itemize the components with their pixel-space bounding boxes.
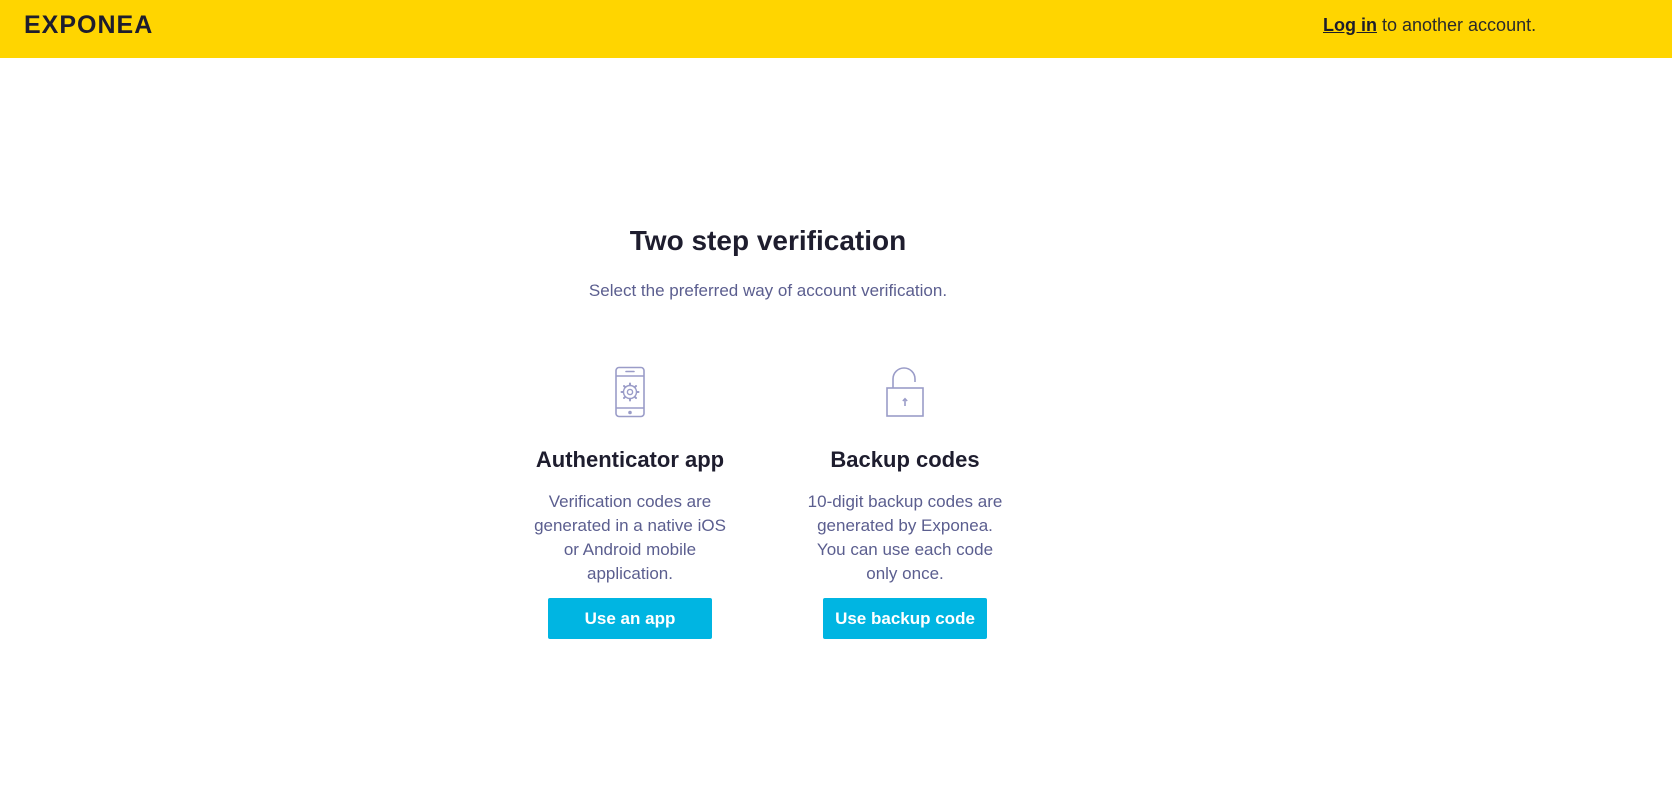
backup-codes-title: Backup codes	[830, 447, 980, 472]
logo-text: EXPONEA	[24, 12, 153, 36]
top-bar: EXPONEA Log in to another account.	[0, 0, 1672, 58]
authenticator-app-description: Verification codes are generated in a na…	[534, 492, 726, 583]
page-subtitle: Select the preferred way of account veri…	[588, 281, 948, 300]
login-suffix-text: to another account.	[1376, 15, 1537, 35]
exponea-logo[interactable]: EXPONEA	[24, 12, 184, 36]
open-padlock-icon	[886, 367, 924, 417]
authenticator-app-option: Authenticator app Verification codes are…	[520, 362, 740, 639]
login-link[interactable]: Log in	[1323, 15, 1377, 35]
use-backup-code-button[interactable]: Use backup code	[823, 598, 987, 639]
authenticator-app-title: Authenticator app	[535, 447, 725, 472]
page-title: Two step verification	[629, 225, 907, 256]
use-app-button[interactable]: Use an app	[548, 598, 712, 639]
login-prompt: Log in to another account.	[1323, 14, 1536, 36]
backup-codes-description: 10-digit backup codes are generated by E…	[807, 492, 1003, 583]
backup-codes-option: Backup codes 10-digit backup codes are g…	[795, 362, 1015, 639]
smartphone-gear-icon	[615, 366, 645, 418]
